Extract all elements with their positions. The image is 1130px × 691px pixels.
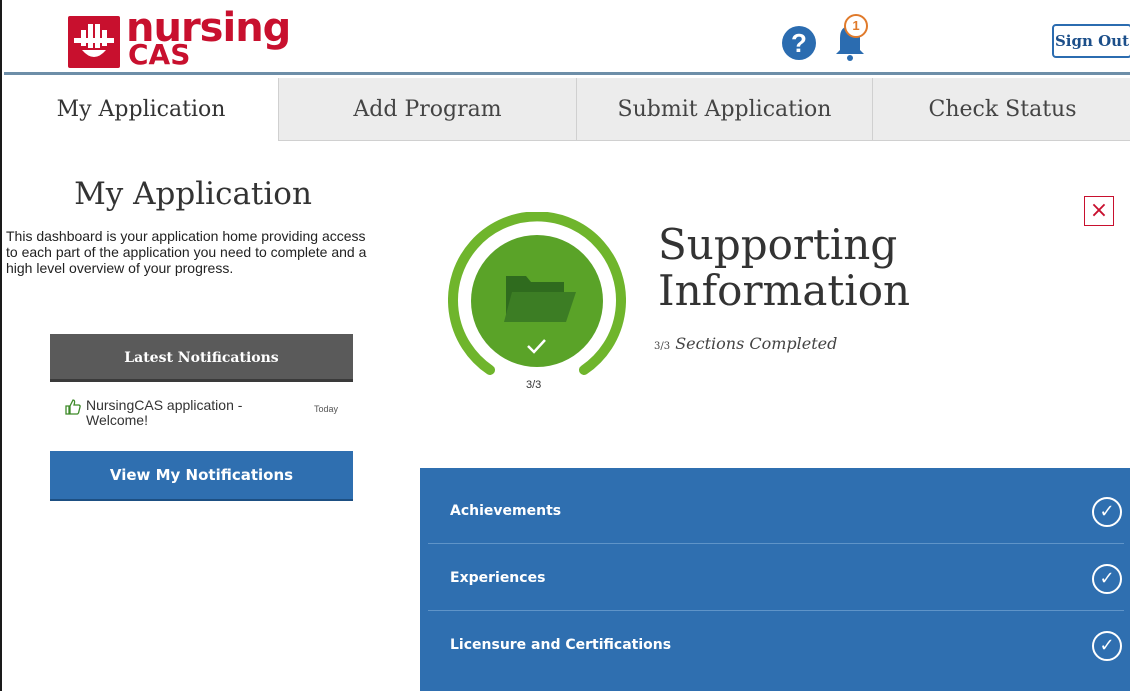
progress-ring	[448, 211, 626, 402]
view-my-notifications-button[interactable]: View My Notifications	[50, 451, 353, 501]
app-frame: nursing CAS ? 1 Sign Out My Application …	[0, 0, 1130, 691]
nursingcas-logo[interactable]: nursing CAS	[68, 6, 291, 72]
question-icon[interactable]: ?	[782, 26, 816, 60]
sections-completed-label: 3/3 Sections Completed	[654, 334, 837, 353]
tab-my-application[interactable]: My Application	[4, 78, 278, 141]
close-icon[interactable]: ×	[1084, 196, 1114, 226]
main-tabs: My Application Add Program Submit Applic…	[4, 78, 1130, 141]
notification-date: Today	[314, 404, 339, 414]
sidebar-description: This dashboard is your application home …	[6, 228, 367, 276]
check-circle-icon: ✓	[1092, 564, 1122, 594]
tab-check-status[interactable]: Check Status	[872, 78, 1130, 141]
thumbs-up-icon	[64, 398, 82, 416]
notification-item[interactable]: NursingCAS application - Welcome! Today	[62, 398, 352, 438]
logo-text-cas: CAS	[128, 38, 191, 71]
notification-text: NursingCAS application - Welcome!	[86, 397, 243, 428]
section-title-line2: Information	[658, 266, 911, 315]
logo-mark-icon	[68, 16, 120, 68]
list-item-licensure[interactable]: Licensure and Certifications ✓	[428, 612, 1124, 678]
sections-completed-text: Sections Completed	[675, 334, 838, 353]
list-item-label: Licensure and Certifications	[450, 637, 672, 653]
section-title-line1: Supporting	[658, 220, 898, 269]
check-circle-icon: ✓	[1092, 497, 1122, 527]
sign-out-button[interactable]: Sign Out	[1052, 24, 1130, 58]
latest-notifications-header: Latest Notifications	[50, 334, 353, 382]
notification-count-badge: 1	[844, 14, 868, 38]
list-item-label: Experiences	[450, 570, 546, 586]
header-bar: nursing CAS ? 1 Sign Out	[4, 0, 1130, 75]
tab-add-program[interactable]: Add Program	[278, 78, 576, 141]
sidebar-title: My Application	[74, 176, 312, 212]
list-item-label: Achievements	[450, 503, 562, 519]
section-title: Supporting Information	[658, 222, 910, 314]
progress-label: 3/3	[526, 379, 542, 391]
sections-completed-fraction: 3/3	[654, 341, 671, 352]
section-list: Achievements ✓ Experiences ✓ Licensure a…	[420, 468, 1130, 691]
list-item-experiences[interactable]: Experiences ✓	[428, 545, 1124, 611]
tab-submit-application[interactable]: Submit Application	[576, 78, 872, 141]
check-circle-icon: ✓	[1092, 631, 1122, 661]
list-item-achievements[interactable]: Achievements ✓	[428, 478, 1124, 544]
